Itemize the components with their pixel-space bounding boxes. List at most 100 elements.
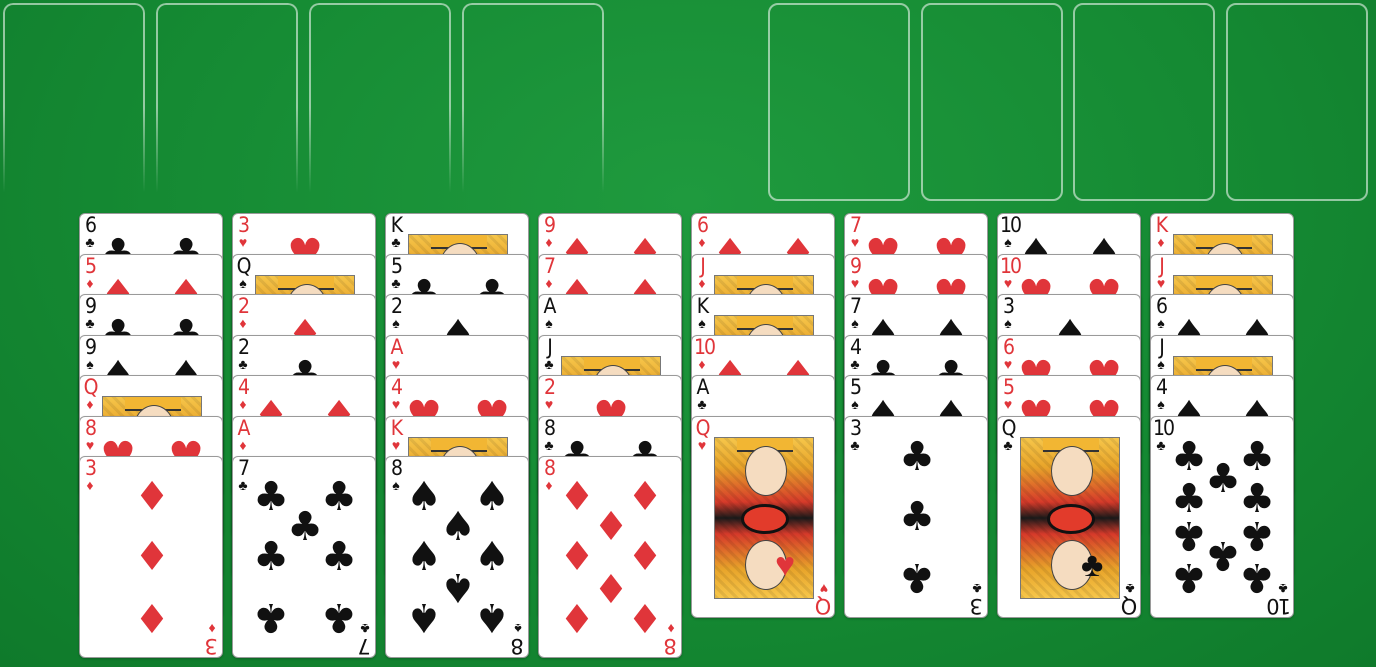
- card-rank: 3: [84, 456, 97, 480]
- card-corner: 7 ♥: [847, 213, 863, 250]
- card-rank: 2: [237, 294, 250, 318]
- card-corner: 6 ♦: [694, 213, 710, 250]
- suit-icon: ♠: [474, 474, 510, 520]
- card-rank: 9: [84, 335, 97, 359]
- card-corner: 10 ♣: [1153, 418, 1175, 453]
- card-7-of-clubs[interactable]: 7 ♣ 7 ♣ ♣ ♣ ♣ ♣ ♣ ♣ ♣: [232, 456, 376, 658]
- suit-icon: ♦: [239, 315, 247, 331]
- card-8-of-spades[interactable]: 8 ♠ 8 ♠ ♠ ♠ ♠ ♠ ♠ ♠ ♠ ♠: [385, 456, 529, 658]
- card-corner: J ♦: [694, 254, 710, 291]
- foundation-pile-1[interactable]: [768, 3, 910, 201]
- card-rank: A: [237, 416, 251, 440]
- suit-icon: ♠: [440, 564, 476, 610]
- card-rank: Q: [695, 416, 711, 440]
- card-rank: 7: [849, 213, 862, 237]
- suit-icon: ♦: [593, 504, 629, 550]
- card-10-of-clubs[interactable]: 10 ♣ 10 ♣ ♣ ♣ ♣ ♣ ♣ ♣ ♣ ♣ ♣ ♣: [1150, 416, 1294, 618]
- card-rank: 7: [849, 294, 862, 318]
- suit-icon: ♥: [697, 437, 707, 453]
- suit-icon: ♥: [1003, 275, 1013, 291]
- suit-icon: ♦: [1157, 234, 1165, 250]
- card-rank: 3: [849, 416, 862, 440]
- card-corner: J ♠: [1153, 337, 1169, 372]
- card-rank: 10: [1268, 594, 1291, 618]
- suit-icon: ♥: [391, 437, 401, 453]
- free-cell-4[interactable]: [462, 3, 604, 193]
- card-corner: 6 ♠: [1153, 296, 1169, 331]
- card-corner: 3 ♦: [82, 456, 98, 493]
- card-corner: 3 ♠: [1000, 296, 1016, 331]
- foundation-pile-4[interactable]: [1226, 3, 1368, 201]
- foundation-pile-3[interactable]: [1073, 3, 1215, 201]
- card-corner: 9 ♠: [82, 335, 98, 372]
- card-rank: 7: [543, 254, 556, 278]
- suit-icon: ♣: [287, 504, 323, 550]
- card-corner: 8 ♦: [541, 458, 557, 493]
- suit-icon: ♦: [593, 564, 629, 610]
- suit-icon: ♥: [544, 396, 554, 412]
- portrait-head: [745, 446, 787, 496]
- suit-icon: ♦: [545, 477, 553, 493]
- card-rank: A: [696, 375, 710, 399]
- card-corner: 4 ♦: [235, 377, 251, 412]
- suit-icon: ♦: [627, 594, 663, 640]
- suit-icon: ♣: [85, 234, 95, 250]
- card-corner: 10 ♥: [1000, 256, 1022, 291]
- card-rank: 5: [84, 254, 97, 278]
- card-corner: 4 ♠: [1153, 375, 1169, 412]
- card-corner: J ♥: [1153, 254, 1169, 291]
- card-8-of-diamonds[interactable]: 8 ♦ 8 ♦ ♦ ♦ ♦ ♦ ♦ ♦ ♦ ♦: [538, 456, 682, 658]
- card-rank: Q: [83, 375, 99, 399]
- card-3-of-diamonds[interactable]: 3 ♦ 3 ♦ ♦ ♦ ♦: [79, 456, 223, 658]
- card-3-of-clubs[interactable]: 3 ♣ 3 ♣ ♣ ♣ ♣: [844, 416, 988, 618]
- card-corner: 3 ♥: [235, 213, 251, 250]
- suit-icon: ♠: [851, 315, 859, 331]
- suit-icon: ♣: [1239, 512, 1275, 558]
- card-rank: A: [390, 335, 404, 359]
- suit-icon: ♦: [86, 275, 94, 291]
- card-corner: Q ♦: [82, 375, 99, 412]
- card-rank: Q: [236, 254, 252, 278]
- card-q-of-hearts[interactable]: Q ♥ Q ♥ ♥: [691, 416, 835, 618]
- suit-icon: ♣: [1205, 532, 1241, 578]
- card-corner: 8 ♥: [82, 418, 98, 453]
- suit-icon: ♥: [391, 396, 401, 412]
- suit-icon: ♥: [1156, 275, 1166, 291]
- card-q-of-clubs[interactable]: Q ♣ Q ♣ ♣: [997, 416, 1141, 618]
- card-rank: 3: [237, 213, 250, 237]
- card-corner-bottom: Q ♥: [816, 581, 832, 617]
- suit-icon: ♥: [850, 275, 860, 291]
- suit-icon: ♣: [321, 474, 357, 520]
- card-rank: 4: [849, 335, 862, 359]
- card-corner: A ♣: [694, 375, 710, 412]
- card-rank: Q: [1122, 594, 1138, 618]
- card-corner: 2 ♦: [235, 294, 251, 331]
- card-rank: 4: [1155, 375, 1168, 399]
- suit-icon: ♣: [899, 494, 935, 540]
- court-card-portrait: ♥: [714, 437, 814, 599]
- free-cell-2[interactable]: [156, 3, 298, 193]
- card-corner: 2 ♣: [235, 337, 251, 372]
- card-corner: 9 ♣: [82, 296, 98, 331]
- suit-icon: ♦: [698, 275, 706, 291]
- card-corner: K ♥: [388, 418, 404, 453]
- suit-icon: ♦: [698, 356, 706, 372]
- suit-icon: ♠: [1004, 234, 1012, 250]
- suit-icon: ♦: [239, 437, 247, 453]
- suit-icon: ♦: [545, 234, 553, 250]
- free-cell-3[interactable]: [309, 3, 451, 193]
- card-rank: J: [700, 254, 706, 278]
- suit-icon: ♠: [851, 396, 859, 412]
- suit-icon: ♣: [391, 275, 401, 291]
- suit-icon: ♦: [134, 594, 170, 640]
- card-rank: 6: [696, 213, 709, 237]
- suit-icon: ♣: [1171, 434, 1207, 480]
- card-rank: K: [696, 294, 709, 318]
- free-cell-1[interactable]: [3, 3, 145, 193]
- card-rank: J: [1159, 254, 1165, 278]
- suit-icon: ♣: [1156, 437, 1166, 453]
- card-corner: 7 ♠: [847, 294, 863, 331]
- foundation-pile-2[interactable]: [921, 3, 1063, 201]
- card-rank: 2: [543, 375, 556, 399]
- card-rank: 6: [84, 213, 97, 237]
